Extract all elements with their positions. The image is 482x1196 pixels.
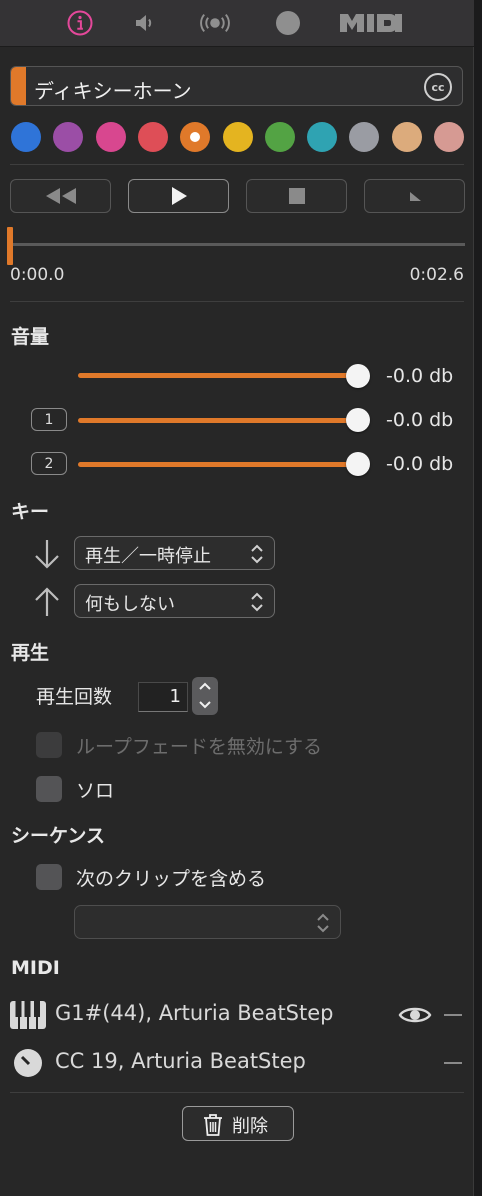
broadcast-icon xyxy=(200,13,230,33)
trash-icon xyxy=(204,1114,222,1136)
key-down-action-value: 再生／一時停止 xyxy=(85,546,211,567)
master-volume-slider[interactable] xyxy=(78,373,358,378)
play-count-field[interactable]: 1 xyxy=(138,682,188,712)
play-button[interactable] xyxy=(128,179,229,213)
channel-2-volume-knob[interactable] xyxy=(346,452,370,476)
stop-button[interactable] xyxy=(246,179,347,213)
key-up-action-select[interactable]: 何もしない xyxy=(74,584,275,618)
play-icon xyxy=(171,187,187,205)
channel-1-label: 1 xyxy=(44,411,54,428)
fade-out-button[interactable] xyxy=(364,179,465,213)
channel-2-volume-db: -0.0 db xyxy=(386,453,454,475)
info-icon xyxy=(67,10,93,36)
divider xyxy=(10,164,464,165)
inspector-tab-bar xyxy=(0,0,474,47)
color-swatch-7[interactable] xyxy=(265,122,295,152)
solo-label: ソロ xyxy=(76,780,115,802)
key-heading: キー xyxy=(11,501,50,523)
speaker-icon xyxy=(136,15,152,31)
delete-label: 削除 xyxy=(232,1116,268,1137)
cc-badge-text: cc xyxy=(431,80,445,94)
color-swatch-9[interactable] xyxy=(349,122,379,152)
stop-icon xyxy=(288,188,305,204)
midi-cc-mapping: CC 19, Arturia BeatStep xyxy=(55,1049,306,1073)
play-count-value: 1 xyxy=(169,686,181,707)
inspector-panel: ディキシーホーン cc 0:00.0 0:02.6 音量 -0.0 db 1 -… xyxy=(0,0,474,1196)
channel-2-badge: 2 xyxy=(31,452,67,475)
chevron-up-down-icon xyxy=(251,544,263,564)
color-swatch-8[interactable] xyxy=(307,122,337,152)
rewind-button[interactable] xyxy=(10,179,111,213)
next-clip-select[interactable] xyxy=(74,905,341,939)
piano-keys-icon xyxy=(10,1001,46,1029)
include-next-clip-label: 次のクリップを含める xyxy=(76,868,267,890)
cc-badge-icon[interactable]: cc xyxy=(424,73,452,101)
master-volume-db: -0.0 db xyxy=(386,365,454,387)
tab-info[interactable] xyxy=(64,7,96,39)
remove-mapping-button[interactable] xyxy=(444,1014,462,1016)
key-up-action-value: 何もしない xyxy=(85,594,175,615)
playhead-handle[interactable] xyxy=(7,227,13,265)
color-swatch-4[interactable] xyxy=(138,122,168,152)
playback-heading: 再生 xyxy=(11,642,50,664)
channel-2-volume-slider[interactable] xyxy=(78,462,358,467)
delete-button[interactable]: 削除 xyxy=(182,1106,294,1141)
include-next-clip-checkbox[interactable] xyxy=(36,864,62,890)
play-count-stepper[interactable] xyxy=(192,677,218,715)
midi-heading: MIDI xyxy=(11,957,60,979)
time-end: 0:02.6 xyxy=(409,265,464,285)
arrow-up-icon xyxy=(35,587,59,616)
midi-note-mapping: G1#(44), Arturia BeatStep xyxy=(55,1001,334,1025)
chevron-up-icon[interactable] xyxy=(192,677,218,696)
midi-icon xyxy=(340,14,402,32)
key-down-action-select[interactable]: 再生／一時停止 xyxy=(74,536,275,570)
eye-icon[interactable] xyxy=(398,1003,432,1027)
fade-icon xyxy=(409,192,421,201)
divider xyxy=(10,1092,464,1093)
color-swatch-11[interactable] xyxy=(434,122,464,152)
arrow-down-icon xyxy=(35,540,59,569)
knob-icon xyxy=(14,1049,42,1077)
master-volume-knob[interactable] xyxy=(346,364,370,388)
loop-fade-label: ループフェードを無効にする xyxy=(76,736,323,758)
channel-1-badge: 1 xyxy=(31,408,67,431)
record-dot-icon xyxy=(276,11,300,35)
sequence-heading: シーケンス xyxy=(11,825,106,847)
channel-1-volume-knob[interactable] xyxy=(346,408,370,432)
playback-scrubber[interactable] xyxy=(10,243,465,246)
color-swatch-3[interactable] xyxy=(96,122,126,152)
tab-record[interactable] xyxy=(272,7,304,39)
chevron-up-down-icon xyxy=(317,913,329,933)
time-start: 0:00.0 xyxy=(10,265,65,285)
clip-color-swatch xyxy=(11,67,26,105)
chevron-down-icon[interactable] xyxy=(192,696,218,715)
color-swatch-6[interactable] xyxy=(223,122,253,152)
channel-1-volume-slider[interactable] xyxy=(78,418,358,423)
clip-name: ディキシーホーン xyxy=(34,79,192,103)
color-swatch-1[interactable] xyxy=(11,122,41,152)
volume-heading: 音量 xyxy=(11,326,50,348)
channel-2-label: 2 xyxy=(44,455,54,472)
selected-indicator xyxy=(190,132,200,142)
tab-midi[interactable] xyxy=(338,7,404,39)
color-swatch-2[interactable] xyxy=(53,122,83,152)
channel-1-volume-db: -0.0 db xyxy=(386,409,454,431)
loop-fade-checkbox[interactable] xyxy=(36,732,62,758)
tab-broadcast[interactable] xyxy=(199,7,231,39)
play-count-label: 再生回数 xyxy=(36,686,113,708)
chevron-up-down-icon xyxy=(251,592,263,612)
divider xyxy=(10,301,464,302)
remove-mapping-button[interactable] xyxy=(444,1062,462,1064)
solo-checkbox[interactable] xyxy=(36,776,62,802)
rewind-icon xyxy=(45,188,76,204)
clip-name-field[interactable]: ディキシーホーン cc xyxy=(10,66,463,106)
color-swatch-10[interactable] xyxy=(392,122,422,152)
tab-audio[interactable] xyxy=(129,7,161,39)
color-swatch-5[interactable] xyxy=(180,122,210,152)
